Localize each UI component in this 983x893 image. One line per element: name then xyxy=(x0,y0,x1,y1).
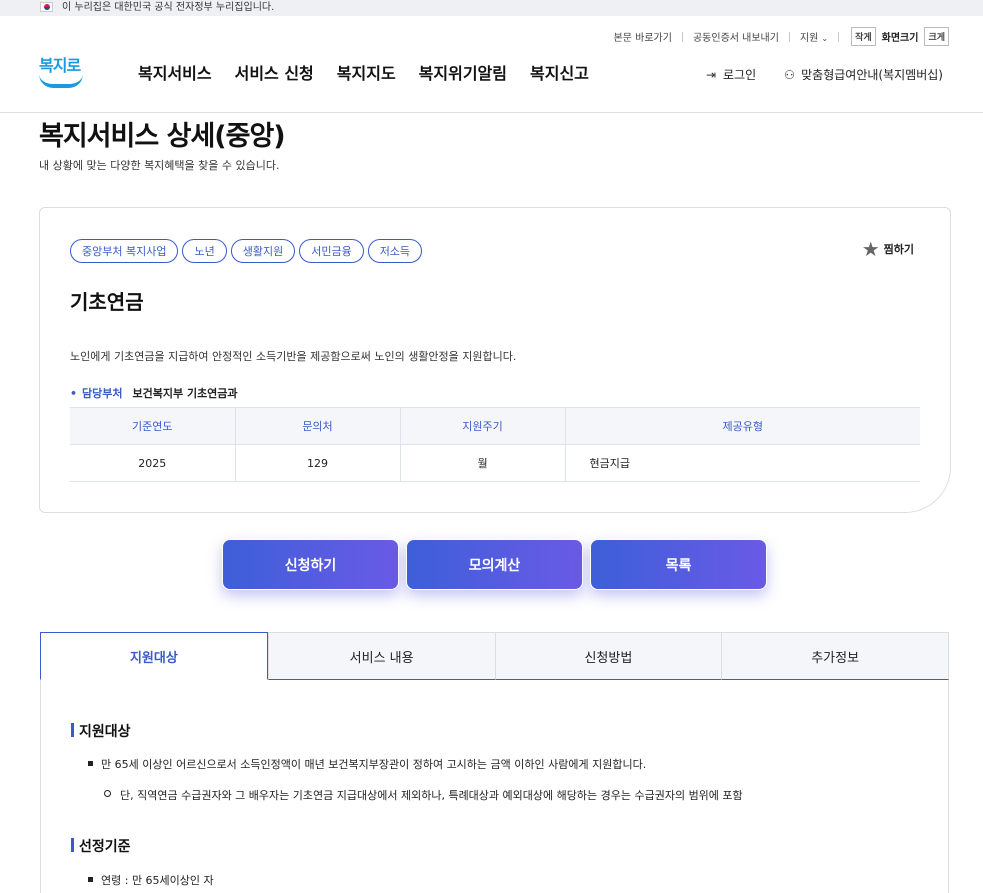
header-cycle: 지원주기 xyxy=(400,407,566,445)
header-actions: ⇥ 로그인 ⚇ 맞춤형급여안내(복지멤버십) xyxy=(706,66,943,83)
tab-apply-method[interactable]: 신청방법 xyxy=(494,632,722,680)
login-link[interactable]: ⇥ 로그인 xyxy=(706,66,756,83)
header-base-year: 기준연도 xyxy=(70,407,236,445)
service-card: 중앙부처 복지사업 노년 생활지원 서민금융 저소득 ★ 찜하기 기초연금 노인… xyxy=(39,207,951,513)
contact-value: 129 xyxy=(235,444,401,482)
nav-service-apply[interactable]: 서비스 신청 xyxy=(235,60,314,84)
page-title: 복지서비스 상세(중앙) xyxy=(39,121,286,152)
bokjiro-logo[interactable]: 복지로 xyxy=(37,50,87,92)
list-item: 연령 : 만 65세이상인 자 xyxy=(88,874,214,887)
tag-list: 중앙부처 복지사업 노년 생활지원 서민금융 저소득 xyxy=(70,239,423,263)
star-icon: ★ xyxy=(861,237,880,261)
divider xyxy=(788,31,790,42)
tab-extra-info[interactable]: 추가정보 xyxy=(721,632,949,680)
gov-banner-text: 이 누리집은 대한민국 공식 전자정부 누리집입니다. xyxy=(62,2,275,13)
font-small-button[interactable]: 작게 xyxy=(851,27,876,46)
sub-list-item: 단, 직역연금 수급권자와 그 배우자는 기초연금 지급대상에서 제외하나, 특… xyxy=(104,789,743,802)
logo-smile-icon xyxy=(39,74,83,88)
department-info: 담당부처 보건복지부 기초연금과 xyxy=(70,385,238,401)
section-title-eligibility: 지원대상 xyxy=(71,721,131,741)
tag-chip[interactable]: 저소득 xyxy=(367,239,423,263)
base-year-value: 2025 xyxy=(70,444,236,482)
header-divider xyxy=(0,112,983,113)
header-contact: 문의처 xyxy=(235,407,401,445)
tag-chip[interactable]: 서민금융 xyxy=(299,239,364,263)
favorite-button[interactable]: ★ 찜하기 xyxy=(862,239,914,259)
membership-link[interactable]: ⚇ 맞춤형급여안내(복지멤버십) xyxy=(784,66,943,83)
chevron-down-icon: ⌄ xyxy=(821,34,829,43)
list-item: 만 65세 이상인 어르신으로서 소득인정액이 매년 보건복지부장관이 정하여 … xyxy=(87,758,647,771)
login-label: 로그인 xyxy=(723,68,757,82)
tag-chip[interactable]: 중앙부처 복지사업 xyxy=(70,239,179,263)
department-value: 보건복지부 기초연금과 xyxy=(132,387,238,400)
tab-service-content[interactable]: 서비스 내용 xyxy=(267,632,495,680)
membership-label: 맞춤형급여안내(복지멤버십) xyxy=(801,68,943,82)
section-title-criteria: 선정기준 xyxy=(71,836,131,856)
utility-menu: 본문 바로가기 공동인증서 내보내기 지원 ⌄ 작게 화면크기 크게 xyxy=(614,27,951,46)
tag-chip[interactable]: 생활지원 xyxy=(230,239,296,263)
provision-type-value: 현금지급 xyxy=(565,444,920,482)
action-buttons: 신청하기 모의계산 목록 xyxy=(222,539,767,590)
nav-welfare-map[interactable]: 복지지도 xyxy=(337,60,396,84)
support-label: 지원 xyxy=(799,33,819,44)
skip-to-content-link[interactable]: 본문 바로가기 xyxy=(614,29,672,44)
service-description: 노인에게 기초연금을 지급하여 안정적인 소득기반을 제공함으로써 노인의 생활… xyxy=(70,350,517,363)
nav-crisis-alert[interactable]: 복지위기알림 xyxy=(419,60,507,84)
user-add-icon: ⚇ xyxy=(784,67,795,82)
favorite-label: 찜하기 xyxy=(883,243,914,256)
login-icon: ⇥ xyxy=(706,67,717,82)
service-info-table: 기준연도 문의처 지원주기 제공유형 2025 129 월 현금지급 xyxy=(70,407,920,482)
main-nav: 복지서비스 서비스 신청 복지지도 복지위기알림 복지신고 xyxy=(138,60,589,84)
divider xyxy=(838,31,840,42)
screen-size-label: 화면크기 xyxy=(881,33,919,44)
list-button[interactable]: 목록 xyxy=(590,539,767,590)
cycle-value: 월 xyxy=(400,444,566,482)
font-large-button[interactable]: 크게 xyxy=(924,27,949,46)
cert-export-link[interactable]: 공동인증서 내보내기 xyxy=(693,29,779,44)
korea-flag-icon xyxy=(40,2,53,12)
simulate-button[interactable]: 모의계산 xyxy=(406,539,583,590)
logo-text: 복지로 xyxy=(39,56,81,75)
detail-tabs: 지원대상 서비스 내용 신청방법 추가정보 xyxy=(40,632,949,680)
nav-welfare-report[interactable]: 복지신고 xyxy=(530,60,589,84)
nav-welfare-service[interactable]: 복지서비스 xyxy=(138,60,212,84)
gov-banner: 이 누리집은 대한민국 공식 전자정부 누리집입니다. xyxy=(0,0,983,16)
service-name: 기초연금 xyxy=(70,290,144,314)
page-subtitle: 내 상황에 맞는 다양한 복지혜택을 찾을 수 있습니다. xyxy=(39,159,280,172)
apply-button[interactable]: 신청하기 xyxy=(222,539,399,590)
header-provision-type: 제공유형 xyxy=(565,407,920,445)
divider xyxy=(681,31,683,42)
tab-eligibility[interactable]: 지원대상 xyxy=(40,632,268,680)
department-label: 담당부처 xyxy=(70,385,122,401)
support-dropdown[interactable]: 지원 ⌄ xyxy=(800,29,828,44)
tag-chip[interactable]: 노년 xyxy=(182,239,227,263)
